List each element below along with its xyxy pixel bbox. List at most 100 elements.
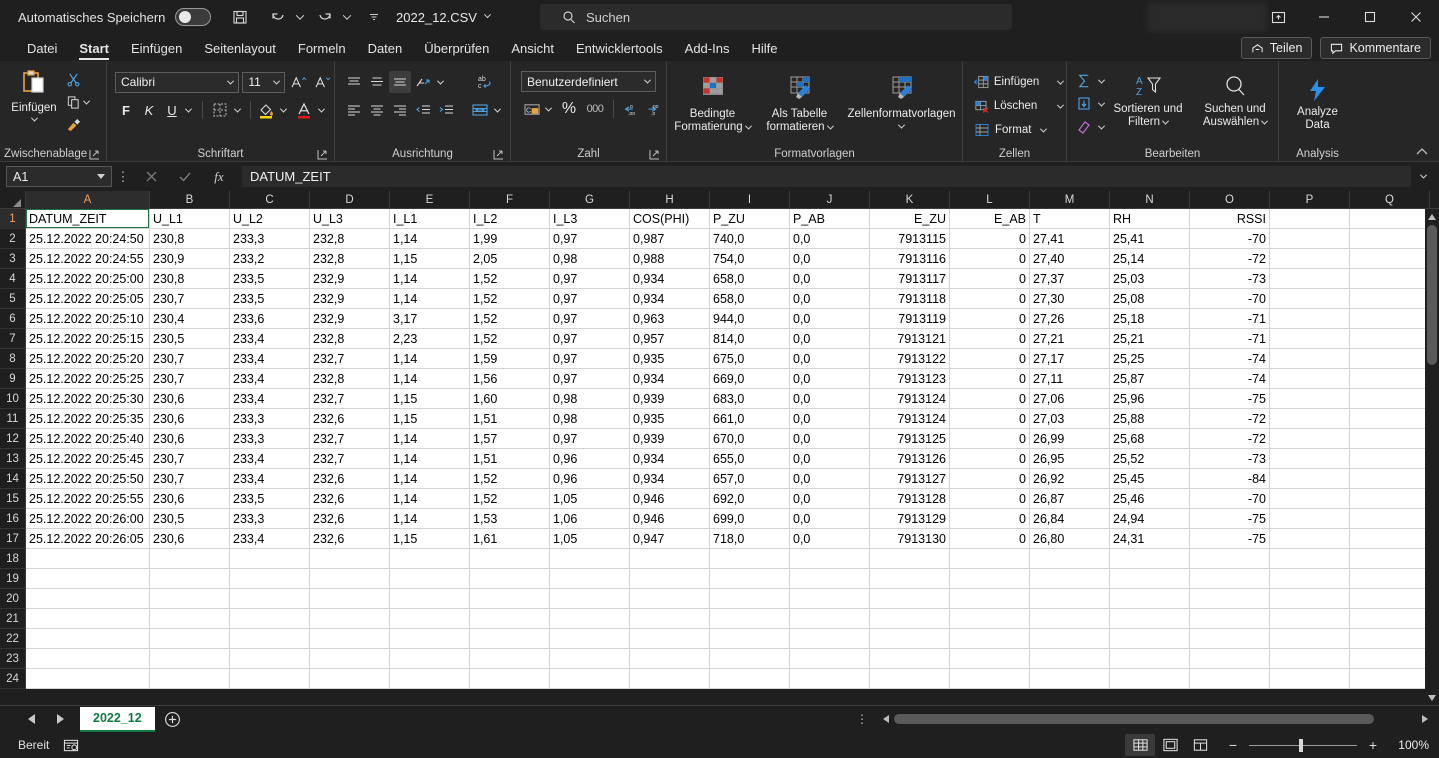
cell-J20[interactable]	[790, 589, 870, 609]
cell-E8[interactable]: 1,14	[390, 349, 470, 369]
cell-L21[interactable]	[950, 609, 1030, 629]
cell-I16[interactable]: 699,0	[710, 509, 790, 529]
cell-Q22[interactable]	[1350, 629, 1430, 649]
align-center-button[interactable]	[366, 99, 388, 121]
cell-Q14[interactable]	[1350, 469, 1430, 489]
cell-D10[interactable]: 232,7	[310, 389, 390, 409]
cell-P23[interactable]	[1270, 649, 1350, 669]
cell-E12[interactable]: 1,14	[390, 429, 470, 449]
cell-O22[interactable]	[1190, 629, 1270, 649]
font-name-input[interactable]: Calibri	[115, 71, 240, 93]
zoom-slider-thumb[interactable]	[1299, 738, 1303, 752]
cell-H15[interactable]: 0,946	[630, 489, 710, 509]
row-header-2[interactable]: 2	[0, 229, 26, 249]
close-icon[interactable]	[1393, 0, 1439, 34]
cell-H17[interactable]: 0,947	[630, 529, 710, 549]
cell-K2[interactable]: 7913115	[870, 229, 950, 249]
cell-D12[interactable]: 232,7	[310, 429, 390, 449]
cell-H9[interactable]: 0,934	[630, 369, 710, 389]
column-header-h[interactable]: H	[630, 191, 710, 209]
cell-O2[interactable]: -70	[1190, 229, 1270, 249]
cell-styles-button[interactable]: Zellenformatvorlagen	[844, 71, 960, 134]
tab-entwicklertools[interactable]: Entwicklertools	[565, 42, 674, 61]
cell-P24[interactable]	[1270, 669, 1350, 689]
merge-cells-button[interactable]	[469, 99, 491, 121]
cell-J7[interactable]: 0,0	[790, 329, 870, 349]
cell-G14[interactable]: 0,96	[550, 469, 630, 489]
cell-F3[interactable]: 2,05	[470, 249, 550, 269]
column-header-q[interactable]: Q	[1350, 191, 1430, 209]
cell-Q6[interactable]	[1350, 309, 1430, 329]
cell-M10[interactable]: 27,06	[1030, 389, 1110, 409]
increase-font-size-button[interactable]	[288, 71, 309, 93]
cell-L6[interactable]: 0	[950, 309, 1030, 329]
fill-dropdown-icon[interactable]	[1097, 99, 1106, 107]
cell-C19[interactable]	[230, 569, 310, 589]
cell-N17[interactable]: 24,31	[1110, 529, 1190, 549]
tab-start[interactable]: Start	[68, 42, 120, 61]
cell-G9[interactable]: 0,97	[550, 369, 630, 389]
next-sheet-button[interactable]	[46, 706, 74, 732]
orientation-dropdown-icon[interactable]	[436, 77, 445, 85]
tab-ueberpruefen[interactable]: Überprüfen	[413, 42, 500, 61]
cell-D11[interactable]: 232,6	[310, 409, 390, 429]
ribbon-display-options-icon[interactable]	[1255, 0, 1301, 34]
cell-G13[interactable]: 0,96	[550, 449, 630, 469]
cell-P7[interactable]	[1270, 329, 1350, 349]
cell-N10[interactable]: 25,96	[1110, 389, 1190, 409]
zoom-level-label[interactable]: 100%	[1389, 738, 1429, 752]
cell-C13[interactable]: 233,4	[230, 449, 310, 469]
clear-button[interactable]	[1073, 116, 1095, 138]
cell-G23[interactable]	[550, 649, 630, 669]
clear-dropdown-icon[interactable]	[1097, 122, 1106, 130]
cell-M18[interactable]	[1030, 549, 1110, 569]
zoom-out-button[interactable]: −	[1225, 737, 1241, 753]
cell-H14[interactable]: 0,934	[630, 469, 710, 489]
column-header-p[interactable]: P	[1270, 191, 1350, 209]
cell-A15[interactable]: 25.12.2022 20:25:55	[26, 489, 150, 509]
cell-J15[interactable]: 0,0	[790, 489, 870, 509]
cell-O18[interactable]	[1190, 549, 1270, 569]
cell-J12[interactable]: 0,0	[790, 429, 870, 449]
name-box[interactable]: A1	[6, 166, 112, 187]
cell-P22[interactable]	[1270, 629, 1350, 649]
cell-O12[interactable]: -72	[1190, 429, 1270, 449]
formula-bar-options[interactable]: ⋮	[112, 169, 134, 185]
cell-A10[interactable]: 25.12.2022 20:25:30	[26, 389, 150, 409]
horizontal-scrollbar[interactable]	[878, 712, 1433, 726]
cell-O20[interactable]	[1190, 589, 1270, 609]
cell-C2[interactable]: 233,3	[230, 229, 310, 249]
cell-C24[interactable]	[230, 669, 310, 689]
cell-D22[interactable]	[310, 629, 390, 649]
scroll-up-icon[interactable]	[1425, 209, 1439, 224]
scroll-left-icon[interactable]	[878, 712, 894, 726]
cell-A19[interactable]	[26, 569, 150, 589]
cell-B20[interactable]	[150, 589, 230, 609]
cell-K4[interactable]: 7913117	[870, 269, 950, 289]
cell-F24[interactable]	[470, 669, 550, 689]
vertical-scroll-thumb[interactable]	[1427, 225, 1437, 365]
cell-H24[interactable]	[630, 669, 710, 689]
cell-F5[interactable]: 1,52	[470, 289, 550, 309]
cell-J13[interactable]: 0,0	[790, 449, 870, 469]
cell-L18[interactable]	[950, 549, 1030, 569]
merge-dropdown-icon[interactable]	[493, 105, 502, 113]
cell-O10[interactable]: -75	[1190, 389, 1270, 409]
cell-N14[interactable]: 25,45	[1110, 469, 1190, 489]
cell-J1[interactable]: P_AB	[790, 209, 870, 229]
cell-J14[interactable]: 0,0	[790, 469, 870, 489]
cell-G7[interactable]: 0,97	[550, 329, 630, 349]
horizontal-scroll-track[interactable]	[894, 714, 1417, 724]
cell-M15[interactable]: 26,87	[1030, 489, 1110, 509]
cell-C20[interactable]	[230, 589, 310, 609]
cell-H8[interactable]: 0,935	[630, 349, 710, 369]
tab-hilfe[interactable]: Hilfe	[740, 42, 788, 61]
cell-D24[interactable]	[310, 669, 390, 689]
cell-F14[interactable]: 1,52	[470, 469, 550, 489]
cell-Q9[interactable]	[1350, 369, 1430, 389]
cell-M6[interactable]: 27,26	[1030, 309, 1110, 329]
cell-D15[interactable]: 232,6	[310, 489, 390, 509]
row-header-4[interactable]: 4	[0, 269, 26, 289]
cell-J19[interactable]	[790, 569, 870, 589]
cell-N21[interactable]	[1110, 609, 1190, 629]
